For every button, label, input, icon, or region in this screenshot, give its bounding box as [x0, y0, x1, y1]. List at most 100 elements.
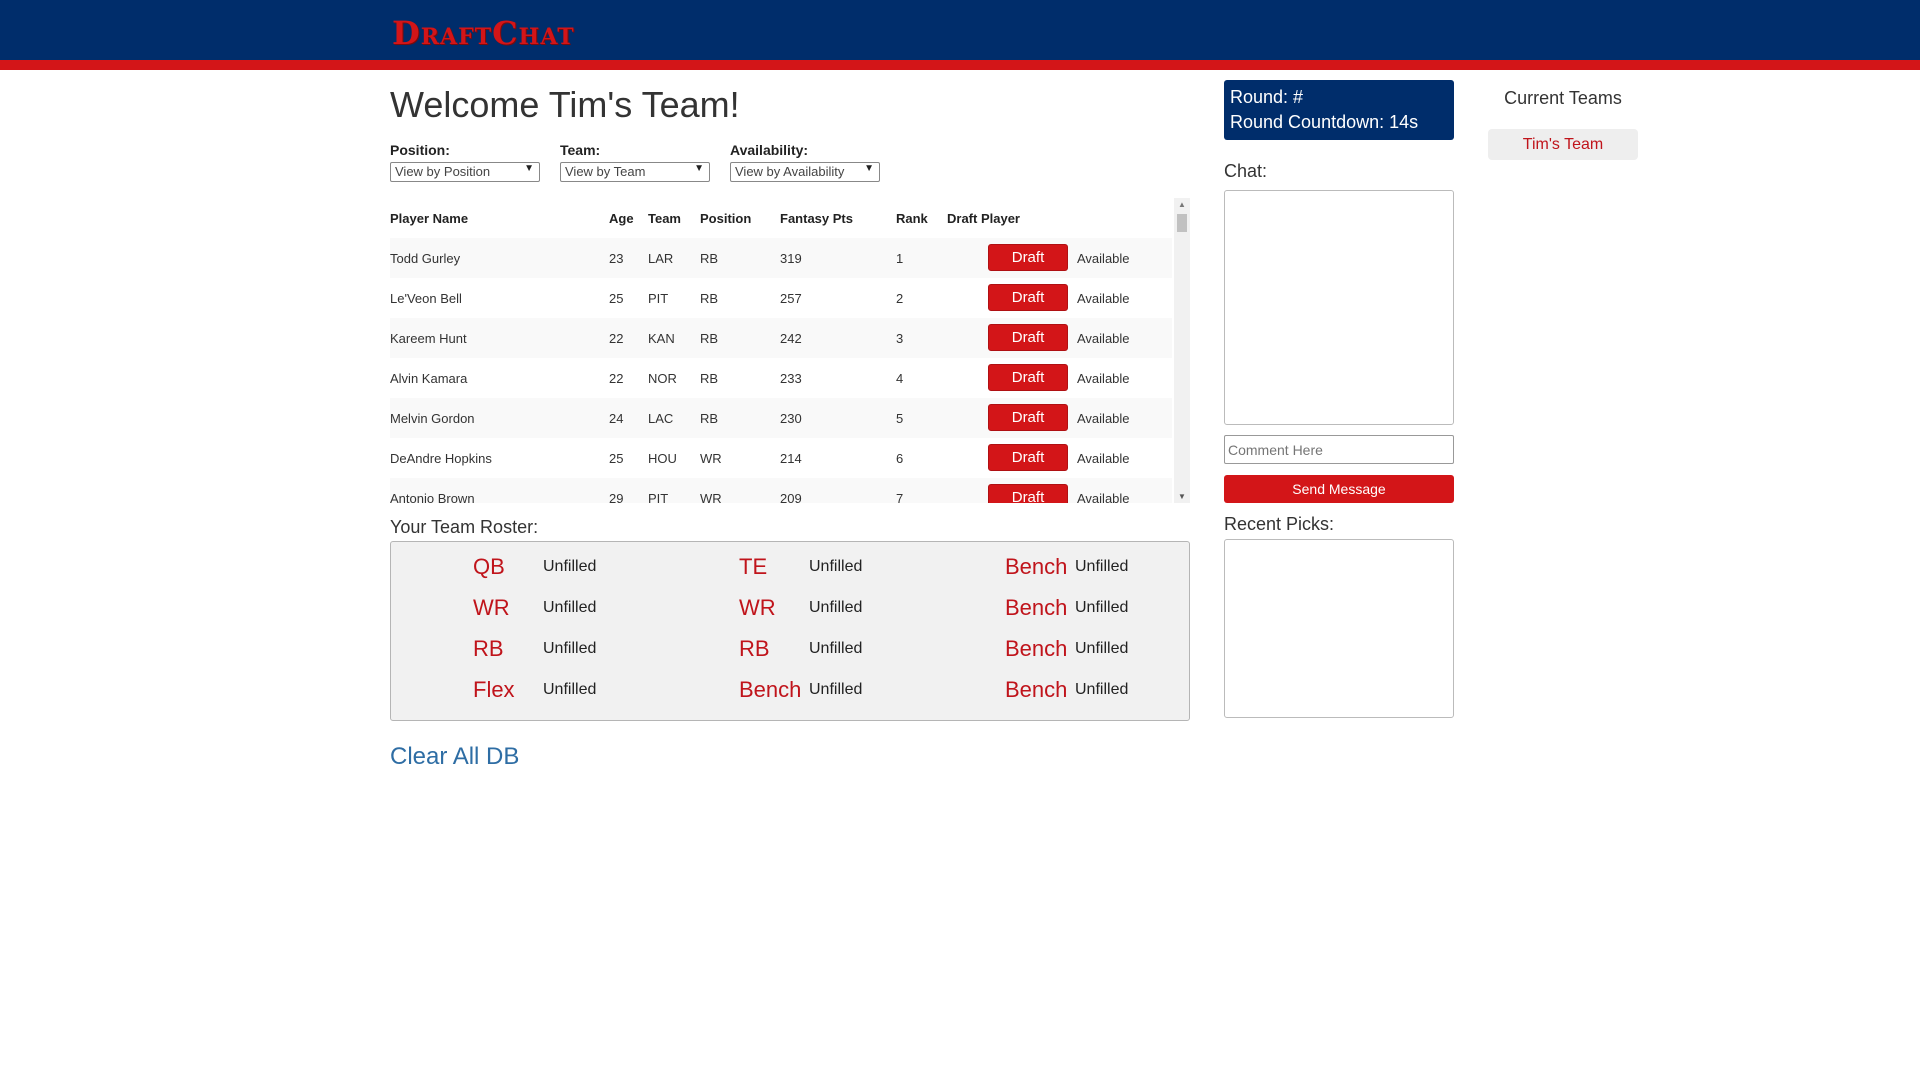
header-position: Position	[700, 211, 752, 226]
draft-button[interactable]: Draft	[988, 484, 1068, 503]
round-info-panel: Round: # Round Countdown: 14s	[1224, 80, 1454, 140]
roster-slot-position: Bench	[1005, 554, 1068, 579]
round-number: Round: #	[1230, 87, 1304, 107]
availability-status: Available	[1077, 451, 1130, 466]
player-fantasy-pts: 230	[780, 411, 802, 426]
recent-picks-label: Recent Picks:	[1224, 514, 1335, 534]
chevron-down-icon: ▼	[864, 163, 874, 174]
availability-status: Available	[1077, 331, 1130, 346]
clear-all-db-link[interactable]: Clear All DB	[390, 743, 519, 771]
availability-filter: Availability: View by Availability ▼	[730, 142, 900, 182]
availability-status: Available	[1077, 491, 1130, 503]
header-team: Team	[648, 211, 681, 226]
roster-slot-position: Bench	[1005, 595, 1068, 620]
player-name: Le'Veon Bell	[390, 291, 462, 306]
table-row: Todd Gurley 23 LAR RB 319 1 Draft Availa…	[390, 238, 1172, 278]
player-team: PIT	[648, 291, 669, 306]
top-header: DraftChat	[0, 0, 1920, 60]
roster-slot: RB Unfilled	[739, 636, 989, 666]
player-fantasy-pts: 233	[780, 371, 802, 386]
roster-slot: Bench Unfilled	[1005, 595, 1255, 625]
roster-slot-value: Unfilled	[809, 681, 863, 698]
roster-slot-value: Unfilled	[543, 558, 597, 575]
draft-button[interactable]: Draft	[988, 364, 1068, 391]
comment-input[interactable]	[1224, 435, 1454, 464]
roster-slot: RB Unfilled	[473, 636, 723, 666]
header-fantasy-pts: Fantasy Pts	[780, 211, 853, 226]
roster-slot-value: Unfilled	[1075, 640, 1129, 657]
team-filter: Team: View by Team ▼	[560, 142, 730, 182]
player-team: LAR	[648, 251, 674, 266]
scroll-down-icon[interactable]: ▼	[1178, 492, 1186, 501]
availability-status: Available	[1077, 371, 1130, 386]
roster-slot-value: Unfilled	[543, 599, 597, 616]
team-filter-label: Team:	[560, 142, 601, 158]
roster-slot-value: Unfilled	[543, 640, 597, 657]
player-fantasy-pts: 214	[780, 451, 802, 466]
team-item[interactable]: Tim's Team	[1488, 129, 1638, 160]
scrollbar-thumb[interactable]	[1177, 214, 1187, 232]
main-content: Welcome Tim's Team! Position: View by Po…	[390, 80, 1190, 771]
roster-slot: Bench Unfilled	[739, 677, 989, 707]
player-age: 22	[609, 371, 624, 386]
availability-status: Available	[1077, 411, 1130, 426]
player-position: RB	[700, 251, 719, 266]
player-team: KAN	[648, 331, 675, 346]
player-team: LAC	[648, 411, 674, 426]
app-logo[interactable]: DraftChat	[392, 14, 575, 52]
draft-button[interactable]: Draft	[988, 444, 1068, 471]
chevron-down-icon: ▼	[694, 163, 704, 174]
roster-slot-value: Unfilled	[1075, 681, 1129, 698]
player-position: WR	[700, 451, 722, 466]
send-message-button[interactable]: Send Message	[1224, 475, 1454, 503]
player-age: 29	[609, 491, 624, 503]
draft-button[interactable]: Draft	[988, 244, 1068, 271]
header-player-name: Player Name	[390, 211, 469, 226]
table-row: Kareem Hunt 22 KAN RB 242 3 Draft Availa…	[390, 318, 1172, 358]
position-filter-label: Position:	[390, 142, 450, 158]
recent-picks-box[interactable]	[1224, 539, 1454, 718]
player-position: RB	[700, 371, 719, 386]
roster-slot-position: WR	[473, 595, 510, 620]
availability-select[interactable]: View by Availability ▼	[730, 162, 880, 182]
chat-label: Chat:	[1224, 161, 1268, 181]
player-rank: 1	[896, 251, 904, 266]
draft-button[interactable]: Draft	[988, 284, 1068, 311]
roster-slot: Bench Unfilled	[1005, 677, 1255, 707]
roster-slot-position: Bench	[1005, 677, 1068, 702]
player-name: Antonio Brown	[390, 491, 475, 503]
player-team: PIT	[648, 491, 669, 503]
player-age: 25	[609, 291, 624, 306]
draft-button[interactable]: Draft	[988, 324, 1068, 351]
availability-select-value: View by Availability	[735, 164, 845, 179]
chat-messages-box[interactable]	[1224, 190, 1454, 425]
roster-slot: TE Unfilled	[739, 554, 989, 584]
draft-button[interactable]: Draft	[988, 404, 1068, 431]
player-position: WR	[700, 491, 722, 503]
player-age: 23	[609, 251, 624, 266]
player-team: HOU	[648, 451, 677, 466]
team-select[interactable]: View by Team ▼	[560, 162, 710, 182]
roster-title: Your Team Roster:	[390, 517, 539, 537]
roster-slot: Flex Unfilled	[473, 677, 723, 707]
table-row: Le'Veon Bell 25 PIT RB 257 2 Draft Avail…	[390, 278, 1172, 318]
scroll-up-icon[interactable]: ▲	[1178, 200, 1186, 209]
players-table[interactable]: Player Name Age Team Position Fantasy Pt…	[390, 198, 1190, 503]
roster-slot-position: Bench	[739, 677, 802, 702]
player-name: Melvin Gordon	[390, 411, 475, 426]
player-name: Todd Gurley	[390, 251, 461, 266]
player-position: RB	[700, 331, 719, 346]
roster-slot-value: Unfilled	[809, 599, 863, 616]
availability-filter-label: Availability:	[730, 142, 809, 158]
roster-slot: Bench Unfilled	[1005, 554, 1255, 584]
player-age: 25	[609, 451, 624, 466]
header-draft-player: Draft Player	[947, 211, 1020, 226]
player-fantasy-pts: 242	[780, 331, 802, 346]
player-name: DeAndre Hopkins	[390, 451, 492, 466]
table-scrollbar[interactable]: ▲ ▼	[1174, 198, 1190, 503]
player-position: RB	[700, 411, 719, 426]
roster-slot: QB Unfilled	[473, 554, 723, 584]
position-select[interactable]: View by Position ▼	[390, 162, 540, 182]
roster-slot: WR Unfilled	[473, 595, 723, 625]
player-position: RB	[700, 291, 719, 306]
